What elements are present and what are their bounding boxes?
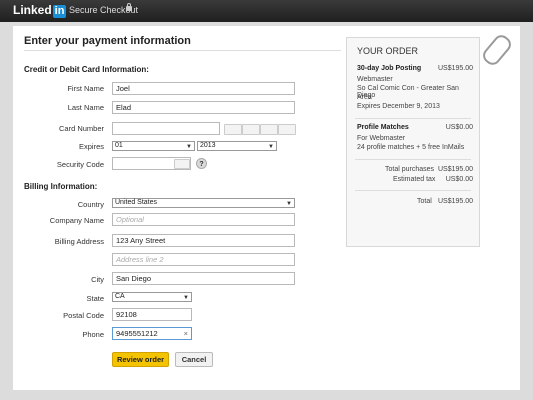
title-divider: [24, 50, 341, 51]
billing-section-heading: Billing Information:: [24, 182, 98, 191]
order-title: YOUR ORDER: [357, 46, 419, 56]
state-value: CA: [115, 293, 125, 300]
expires-label: Expires: [78, 142, 104, 151]
discover-icon: [278, 124, 296, 135]
order-item-detail: Expires December 9, 2013: [357, 103, 440, 110]
card-cvv-icon: [174, 159, 190, 169]
postal-code-label: Postal Code: [63, 311, 104, 320]
mastercard-icon: [242, 124, 260, 135]
last-name-input[interactable]: Elad: [112, 101, 295, 114]
amex-icon: [260, 124, 278, 135]
card-number-input[interactable]: [112, 122, 220, 135]
state-select[interactable]: CA ▼: [112, 292, 192, 302]
order-item-detail: So Cal Comic Con - Greater San Diego: [357, 85, 459, 99]
country-value: United States: [115, 199, 158, 206]
city-label: City: [91, 275, 104, 284]
company-name-label: Company Name: [49, 216, 104, 225]
postal-code-input[interactable]: 92108: [112, 308, 192, 321]
phone-input[interactable]: 9495551212 ×: [112, 327, 192, 340]
card-section-heading: Credit or Debit Card Information:: [24, 65, 149, 74]
order-item-detail: For Webmaster: [357, 135, 406, 142]
order-item-detail: 24 profile matches + 5 free InMails: [357, 144, 465, 151]
clear-icon[interactable]: ×: [184, 328, 188, 339]
order-item-name: Profile Matches: [357, 124, 409, 131]
address-line2-input[interactable]: Address line 2: [112, 253, 295, 266]
total-value: US$195.00: [437, 198, 473, 205]
page-title: Enter your payment information: [24, 35, 191, 47]
divider: [355, 118, 471, 119]
last-name-label: Last Name: [67, 103, 104, 112]
expires-month-value: 01: [115, 142, 123, 149]
estimated-tax-value: US$0.00: [445, 176, 473, 183]
estimated-tax-label: Estimated tax: [393, 176, 436, 183]
card-number-label: Card Number: [58, 124, 104, 133]
expires-month-select[interactable]: 01 ▼: [112, 141, 195, 151]
phone-label: Phone: [82, 330, 104, 339]
country-select[interactable]: United States ▼: [112, 198, 295, 208]
cancel-button[interactable]: Cancel: [175, 352, 213, 367]
security-code-label: Security Code: [56, 160, 104, 169]
review-order-button[interactable]: Review order: [112, 352, 169, 367]
state-label: State: [86, 294, 104, 303]
first-name-label: First Name: [67, 84, 104, 93]
order-item-detail: Webmaster: [357, 76, 393, 83]
order-item-price: US$195.00: [437, 65, 473, 72]
chevron-down-icon: ▼: [268, 144, 274, 150]
divider: [355, 159, 471, 160]
total-purchases-value: US$195.00: [437, 166, 473, 173]
order-item-detail: Area: [357, 94, 372, 101]
chevron-down-icon: ▼: [183, 295, 189, 301]
lock-icon: [126, 3, 132, 11]
order-item-name: 30-day Job Posting: [357, 65, 422, 72]
chevron-down-icon: ▼: [186, 144, 192, 150]
top-bar: Linked in Secure Checkout: [0, 0, 533, 22]
total-label: Total: [417, 198, 432, 205]
divider: [355, 190, 471, 191]
city-input[interactable]: San Diego: [112, 272, 295, 285]
logo-in-badge: in: [52, 5, 67, 18]
country-label: Country: [77, 200, 104, 209]
logo-text: Linked: [13, 3, 52, 17]
visa-icon: [224, 124, 242, 135]
phone-value: 9495551212: [116, 329, 158, 338]
billing-address-label: Billing Address: [54, 237, 104, 246]
first-name-input[interactable]: Joel: [112, 82, 295, 95]
expires-year-value: 2013: [200, 142, 216, 149]
total-purchases-label: Total purchases: [385, 166, 435, 173]
order-summary: YOUR ORDER 30-day Job Posting US$195.00 …: [346, 37, 480, 247]
address-line1-input[interactable]: 123 Any Street: [112, 234, 295, 247]
chevron-down-icon: ▼: [286, 201, 292, 207]
linkedin-logo[interactable]: Linked in: [13, 3, 67, 18]
expires-year-select[interactable]: 2013 ▼: [197, 141, 277, 151]
help-icon[interactable]: ?: [196, 158, 207, 169]
order-item-price: US$0.00: [445, 124, 473, 131]
company-name-input[interactable]: Optional: [112, 213, 295, 226]
